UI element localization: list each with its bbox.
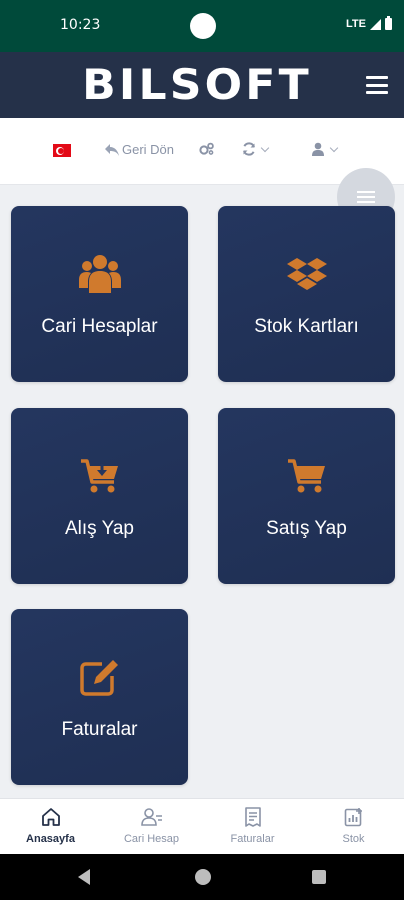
back-button[interactable]: Geri Dön — [104, 142, 174, 157]
app-header: BILSOFT — [0, 52, 404, 118]
menu-lines-icon — [357, 191, 375, 203]
signal-icon — [370, 18, 381, 30]
nav-label: Cari Hesap — [123, 833, 180, 845]
hamburger-menu-icon[interactable] — [366, 76, 388, 94]
tile-cari-hesaplar[interactable]: Cari Hesaplar — [11, 206, 188, 382]
dropbox-icon — [218, 254, 395, 294]
network-label: LTE — [346, 18, 366, 30]
nav-item-stok[interactable]: Stok — [303, 799, 404, 855]
tile-satis-yap[interactable]: Satış Yap — [218, 408, 395, 584]
reply-arrow-icon — [105, 143, 119, 156]
bottom-navigation: Anasayfa Cari Hesap Faturalar Stok — [0, 798, 404, 854]
home-icon — [41, 807, 61, 827]
bilsoft-logo: BILSOFT — [82, 60, 312, 109]
sync-icon — [243, 142, 255, 156]
tile-label: Stok Kartları — [254, 316, 359, 337]
gears-icon — [199, 142, 214, 155]
tile-label: Satış Yap — [266, 518, 347, 539]
tile-label: Faturalar — [61, 719, 138, 740]
chevron-down-icon — [260, 143, 270, 152]
nav-label: Anasayfa — [26, 833, 75, 845]
receipt-icon — [244, 807, 262, 827]
refresh-dropdown[interactable] — [242, 142, 270, 156]
cart-icon — [218, 456, 395, 496]
nav-label: Stok — [342, 833, 365, 845]
cart-download-icon — [11, 456, 188, 496]
tile-faturalar[interactable]: Faturalar — [11, 609, 188, 785]
tile-stok-kartlari[interactable]: Stok Kartları — [218, 206, 395, 382]
battery-icon — [385, 16, 392, 30]
system-navigation-bar — [0, 854, 404, 900]
user-card-icon — [140, 807, 163, 827]
tile-label: Cari Hesaplar — [41, 316, 158, 337]
chart-icon — [344, 807, 364, 827]
tile-label: Alış Yap — [64, 518, 134, 539]
system-back-icon[interactable] — [78, 869, 90, 885]
chevron-down-icon — [329, 143, 339, 152]
back-button-label: Geri Dön — [122, 142, 175, 157]
status-time: 10:23 — [60, 17, 101, 33]
user-icon — [312, 142, 324, 156]
system-home-icon[interactable] — [195, 869, 211, 885]
tile-alis-yap[interactable]: Alış Yap — [11, 408, 188, 584]
edit-icon — [11, 657, 188, 697]
nav-label: Faturalar — [230, 833, 275, 845]
toolbar: Geri Dön — [0, 118, 404, 185]
nav-item-anasayfa[interactable]: Anasayfa — [0, 799, 101, 855]
user-dropdown[interactable] — [311, 142, 339, 156]
nav-item-faturalar[interactable]: Faturalar — [202, 799, 303, 855]
settings-button[interactable] — [199, 142, 215, 156]
turkey-flag-icon[interactable] — [53, 144, 71, 157]
status-bar: 10:23 LTE — [0, 0, 404, 52]
camera-cutout — [190, 13, 216, 39]
users-icon — [11, 254, 188, 294]
nav-item-cari-hesap[interactable]: Cari Hesap — [101, 799, 202, 855]
system-recents-icon[interactable] — [312, 870, 326, 884]
status-indicators: LTE — [346, 16, 392, 30]
